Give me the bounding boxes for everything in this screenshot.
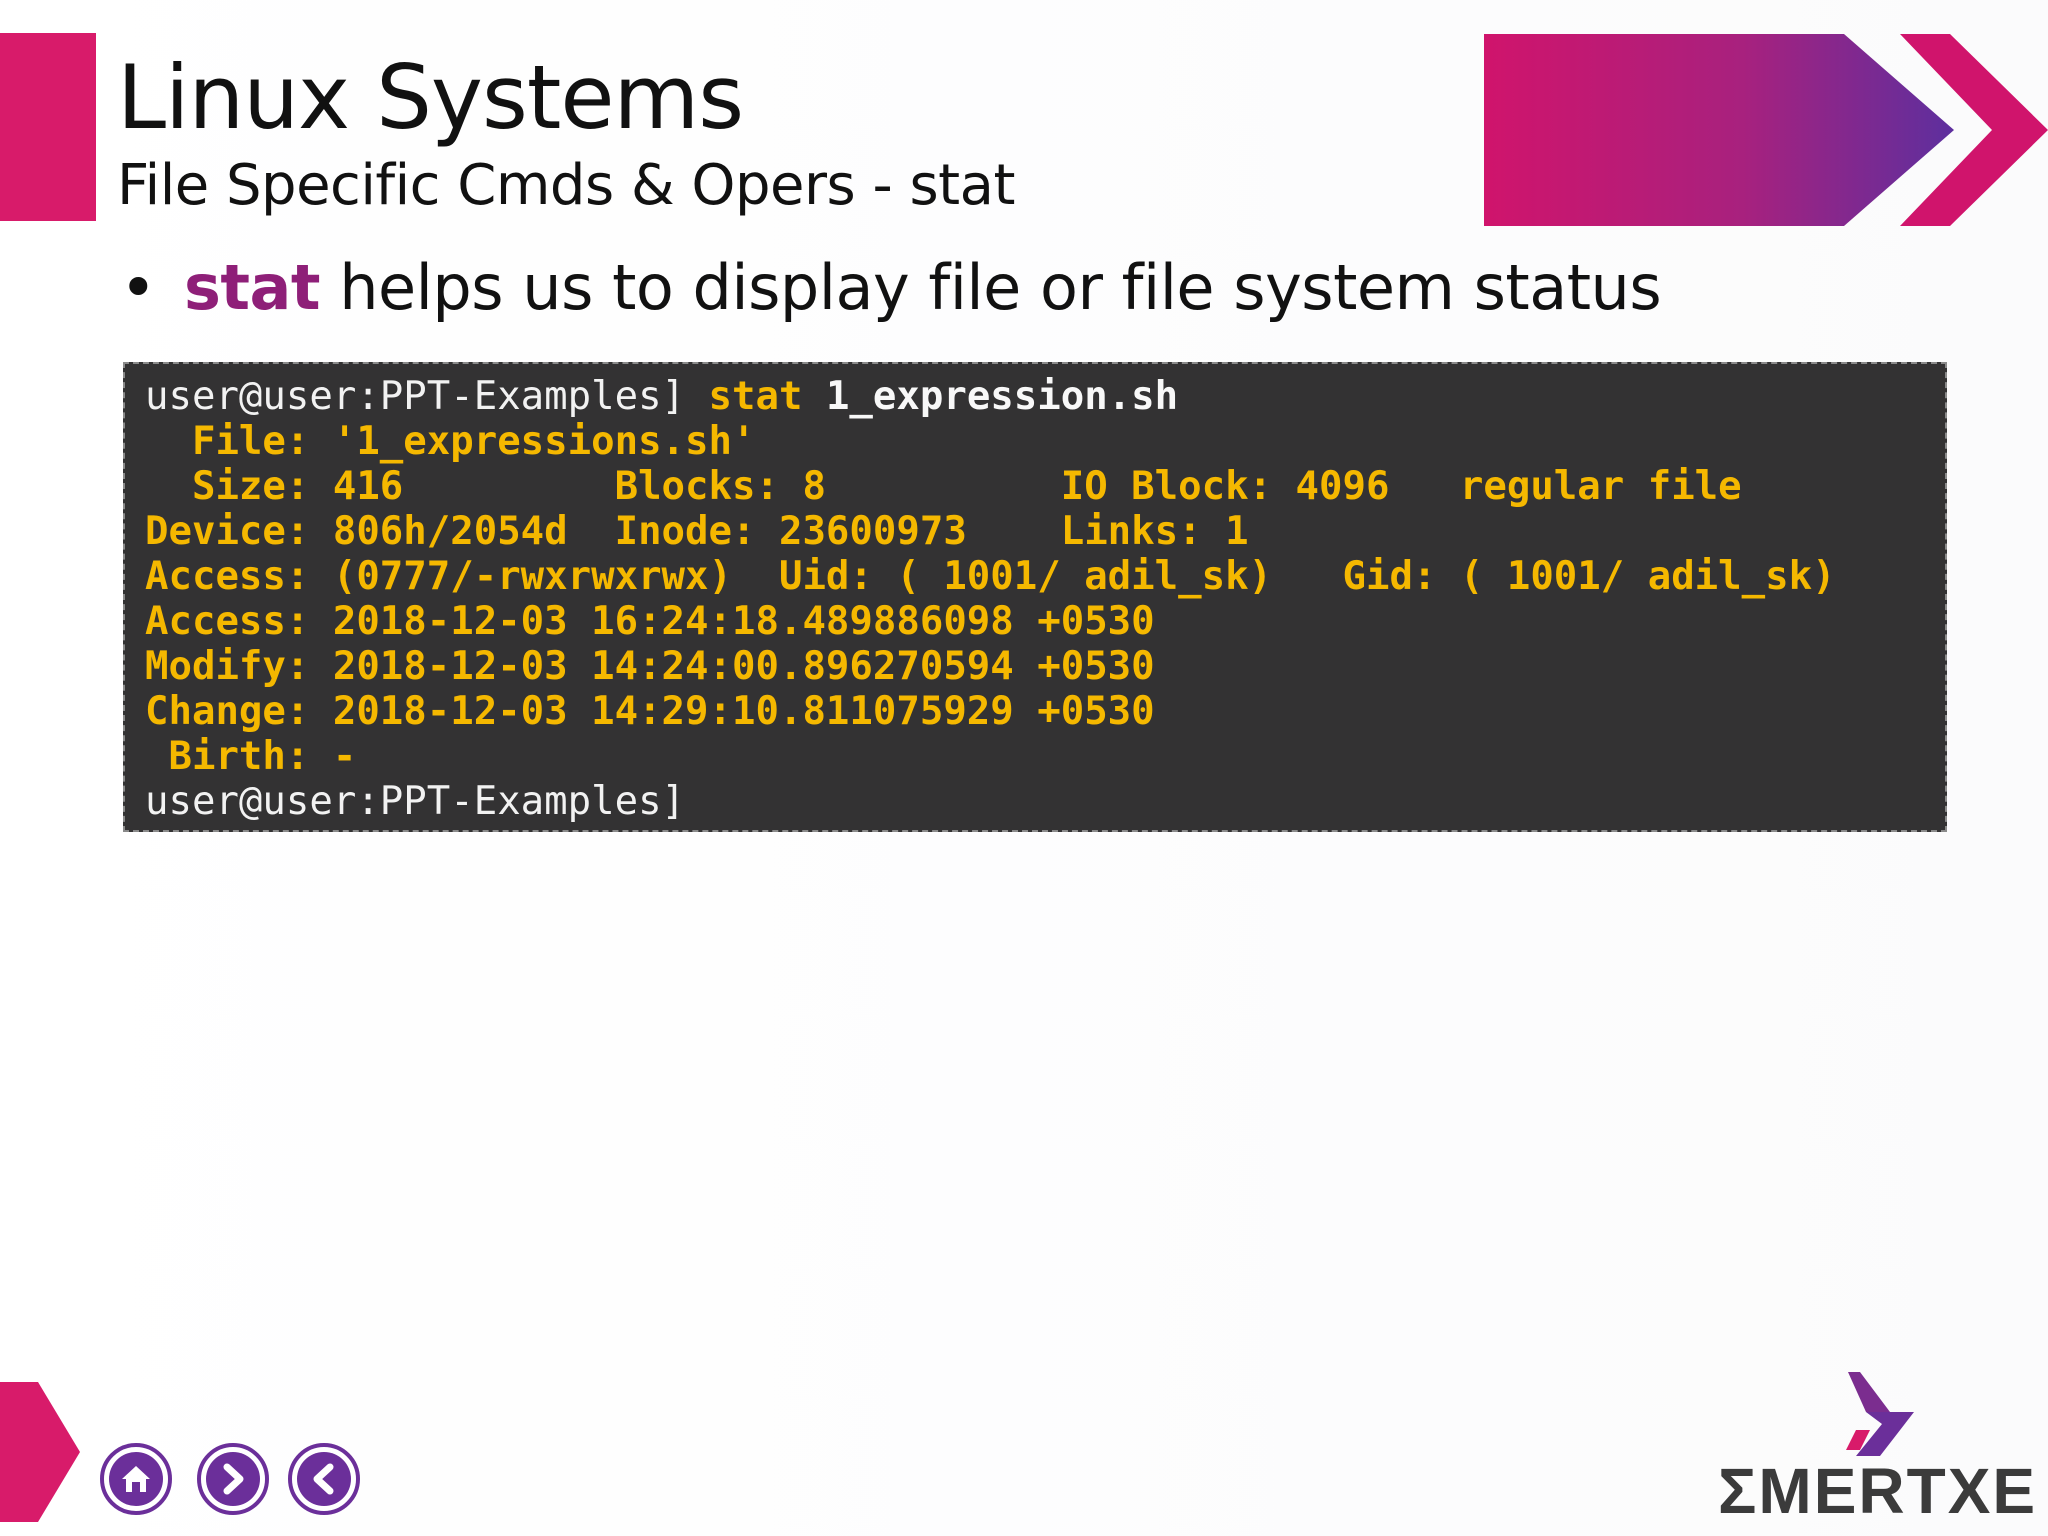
chevron-right-icon <box>206 1452 260 1506</box>
terminal-output-line: Size: 416 Blocks: 8 IO Block: 4096 regul… <box>145 464 1742 509</box>
home-button[interactable] <box>100 1443 172 1515</box>
terminal-command: stat <box>708 374 803 419</box>
header-chevron-banner <box>1484 34 2048 226</box>
bullet-item: • stat helps us to display file or file s… <box>120 250 1662 326</box>
terminal-output-line: Access: 2018-12-03 16:24:18.489886098 +0… <box>145 599 1155 644</box>
terminal-output-box: user@user:PPT-Examples] stat 1_expressio… <box>123 362 1947 832</box>
bullet-marker: • <box>120 251 157 324</box>
terminal-output-line: Modify: 2018-12-03 14:24:00.896270594 +0… <box>145 644 1155 689</box>
next-slide-button[interactable] <box>197 1443 269 1515</box>
terminal-output-line: Device: 806h/2054d Inode: 23600973 Links… <box>145 509 1249 554</box>
emertxe-logo-text: ΣMERTXE <box>1718 1455 2038 1527</box>
terminal-output-line: Change: 2018-12-03 14:29:10.811075929 +0… <box>145 689 1155 734</box>
chevron-left-icon <box>297 1452 351 1506</box>
terminal-lines: user@user:PPT-Examples] stat 1_expressio… <box>145 374 1836 824</box>
terminal-output-line: Access: (0777/-rwxrwxrwx) Uid: ( 1001/ a… <box>145 554 1836 599</box>
slide-title: Linux Systems <box>117 46 744 149</box>
slide-subtitle: File Specific Cmds & Opers - stat <box>117 153 1015 218</box>
terminal-argument: 1_expression.sh <box>825 374 1179 419</box>
footer-arrow-shape <box>0 1382 80 1522</box>
terminal-output-line: Birth: - <box>145 734 357 779</box>
terminal-output-line: File: '1_expressions.sh' <box>145 419 756 464</box>
previous-slide-button[interactable] <box>288 1443 360 1515</box>
terminal-prompt: user@user:PPT-Examples] <box>145 374 686 419</box>
title-accent-bar <box>0 33 96 221</box>
home-icon <box>109 1452 163 1506</box>
bullet-keyword: stat <box>184 251 321 324</box>
terminal-final-prompt: user@user:PPT-Examples] <box>145 779 686 824</box>
bullet-text: helps us to display file or file system … <box>320 251 1662 324</box>
terminal-command-line: user@user:PPT-Examples] stat 1_expressio… <box>145 374 1836 419</box>
